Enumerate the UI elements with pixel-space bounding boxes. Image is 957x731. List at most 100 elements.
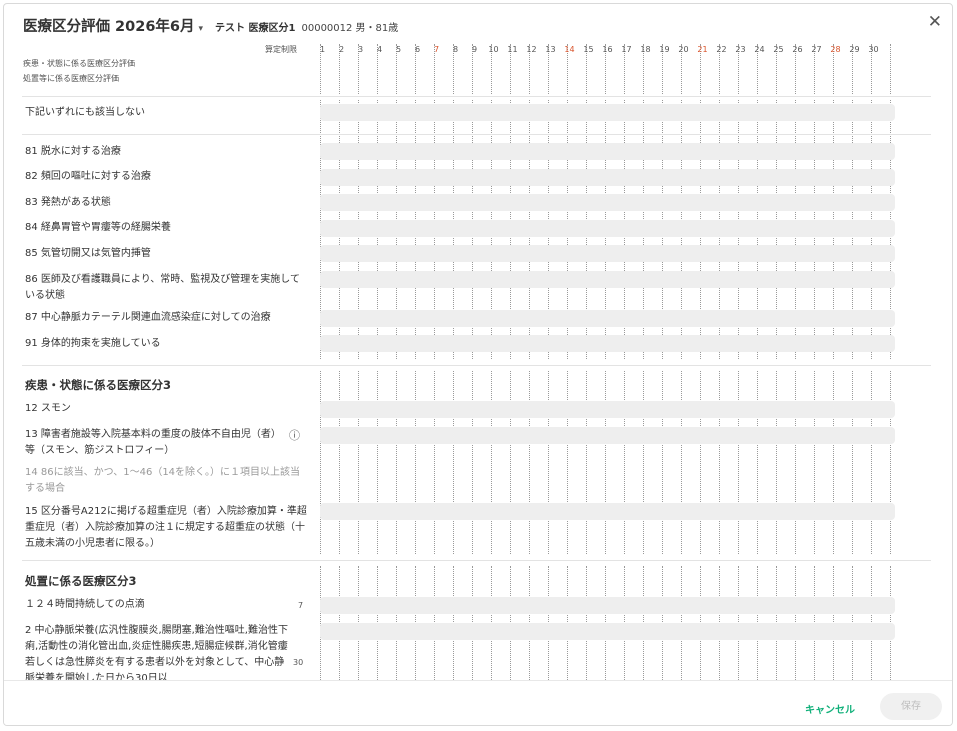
row-label-83: 83 発熱がある状態 bbox=[25, 197, 111, 208]
day-header-9: 9 bbox=[471, 45, 478, 54]
row-label-91: 91 身体的拘束を実施している bbox=[25, 338, 161, 349]
day-header-12: 12 bbox=[526, 45, 537, 54]
day-column-line bbox=[491, 371, 492, 554]
day-column-line bbox=[320, 371, 321, 554]
day-column-line bbox=[510, 371, 511, 554]
row-label-14: 14 86に該当、かつ、1～46（14を除く。）に１項目以上該当する場合 bbox=[25, 467, 301, 494]
day-column-line bbox=[396, 371, 397, 554]
day-row-91[interactable] bbox=[320, 335, 895, 352]
day-row-85[interactable] bbox=[320, 245, 895, 262]
day-header-4: 4 bbox=[376, 45, 383, 54]
day-header-16: 16 bbox=[602, 45, 613, 54]
row-label-84: 84 経鼻胃管や胃瘻等の経腸栄養 bbox=[25, 222, 171, 233]
day-header-10: 10 bbox=[488, 45, 499, 54]
day-column-line bbox=[852, 371, 853, 554]
page-title: 医療区分評価 2026年6月 bbox=[23, 19, 195, 35]
day-row-t2[interactable] bbox=[320, 623, 895, 640]
day-header-22: 22 bbox=[716, 45, 727, 54]
day-row-86[interactable] bbox=[320, 271, 895, 288]
cancel-button[interactable]: キャンセル bbox=[805, 701, 855, 716]
day-header-15: 15 bbox=[583, 45, 594, 54]
day-column-line bbox=[472, 371, 473, 554]
legend-treatment: 処置等に係る医療区分評価 bbox=[23, 74, 119, 83]
day-header-7: 7 bbox=[433, 45, 440, 54]
day-row-83[interactable] bbox=[320, 194, 895, 211]
day-column-line bbox=[776, 371, 777, 554]
row-label-t1: １２４時間持続しての点滴 bbox=[25, 599, 145, 610]
section-title-treatment: 処置に係る医療区分3 bbox=[25, 574, 137, 588]
save-button[interactable]: 保存 bbox=[880, 693, 942, 720]
day-header-2: 2 bbox=[338, 45, 345, 54]
day-column-line bbox=[814, 371, 815, 554]
row-label-86: 86 医師及び看護職員により、常時、監視及び管理を実施している状態 bbox=[25, 274, 301, 301]
day-row-82[interactable] bbox=[320, 169, 895, 186]
divider bbox=[22, 560, 931, 561]
row-label-12: 12 スモン bbox=[25, 403, 71, 414]
day-column-line bbox=[624, 371, 625, 554]
day-header-18: 18 bbox=[640, 45, 651, 54]
month-dropdown-chevron-icon[interactable]: ▾ bbox=[199, 24, 204, 34]
day-column-line bbox=[681, 371, 682, 554]
evaluation-grid[interactable]: 下記いずれにも該当しない 81 脱水に対する治療 82 頻回の嘔吐に対する治療 … bbox=[4, 4, 952, 680]
limit-value: 30 bbox=[293, 658, 304, 667]
day-row-12[interactable] bbox=[320, 401, 895, 418]
day-header-14: 14 bbox=[564, 45, 575, 54]
day-column-line bbox=[586, 371, 587, 554]
dialog-header: 医療区分評価 2026年6月 ▾ テスト 医療区分1 00000012 男・81… bbox=[23, 15, 398, 39]
divider bbox=[22, 134, 931, 135]
day-column-line bbox=[358, 371, 359, 554]
day-column-line bbox=[890, 44, 891, 94]
row-label-none: 下記いずれにも該当しない bbox=[25, 107, 145, 118]
day-header-11: 11 bbox=[507, 45, 518, 54]
day-column-line bbox=[453, 371, 454, 554]
day-column-line bbox=[434, 371, 435, 554]
row-label-81: 81 脱水に対する治療 bbox=[25, 146, 121, 157]
row-label-t2: 2 中心静脈栄養(広汎性腹膜炎,腸閉塞,難治性嘔吐,難治性下痢,活動性の消化管出… bbox=[25, 625, 288, 680]
day-row-none[interactable] bbox=[320, 104, 895, 121]
day-column-line bbox=[605, 371, 606, 554]
day-column-line bbox=[890, 371, 891, 554]
day-column-line bbox=[738, 371, 739, 554]
day-header-23: 23 bbox=[735, 45, 746, 54]
day-header-6: 6 bbox=[414, 45, 421, 54]
day-column-line bbox=[643, 371, 644, 554]
day-row-t1[interactable] bbox=[320, 597, 895, 614]
limit-column-label: 算定制限 bbox=[265, 45, 297, 54]
day-header-8: 8 bbox=[452, 45, 459, 54]
day-column-line bbox=[662, 371, 663, 554]
divider bbox=[22, 96, 931, 97]
day-column-line bbox=[548, 371, 549, 554]
day-header-20: 20 bbox=[678, 45, 689, 54]
day-header-5: 5 bbox=[395, 45, 402, 54]
evaluation-dialog: 下記いずれにも該当しない 81 脱水に対する治療 82 頻回の嘔吐に対する治療 … bbox=[3, 3, 953, 726]
day-header-21: 21 bbox=[697, 45, 708, 54]
day-row-84[interactable] bbox=[320, 220, 895, 237]
day-header-26: 26 bbox=[792, 45, 803, 54]
limit-value: 7 bbox=[298, 601, 304, 610]
patient-name: テスト 医療区分1 bbox=[215, 23, 296, 34]
day-column-line bbox=[529, 371, 530, 554]
day-column-line bbox=[700, 371, 701, 554]
day-header-27: 27 bbox=[811, 45, 822, 54]
day-header-25: 25 bbox=[773, 45, 784, 54]
legend-disease: 疾患・状態に係る医療区分評価 bbox=[23, 59, 135, 68]
info-icon[interactable]: ⓘ bbox=[289, 427, 300, 443]
day-column-line bbox=[415, 371, 416, 554]
day-row-13[interactable] bbox=[320, 427, 895, 444]
day-column-line bbox=[719, 371, 720, 554]
day-column-line bbox=[833, 371, 834, 554]
day-column-line bbox=[339, 371, 340, 554]
close-icon[interactable]: ✕ bbox=[928, 12, 942, 32]
day-header-30: 30 bbox=[868, 45, 879, 54]
day-row-81[interactable] bbox=[320, 143, 895, 160]
row-label-13: 13 障害者施設等入院基本料の重度の肢体不自由児（者）等（スモン、筋ジストロフィ… bbox=[25, 429, 281, 456]
day-header-17: 17 bbox=[621, 45, 632, 54]
day-column-line bbox=[567, 371, 568, 554]
row-label-82: 82 頻回の嘔吐に対する治療 bbox=[25, 171, 151, 182]
patient-info: 00000012 男・81歳 bbox=[301, 23, 399, 34]
day-header-13: 13 bbox=[545, 45, 556, 54]
day-column-line bbox=[377, 371, 378, 554]
day-row-87[interactable] bbox=[320, 310, 895, 327]
day-header-24: 24 bbox=[754, 45, 765, 54]
day-row-15[interactable] bbox=[320, 503, 895, 520]
